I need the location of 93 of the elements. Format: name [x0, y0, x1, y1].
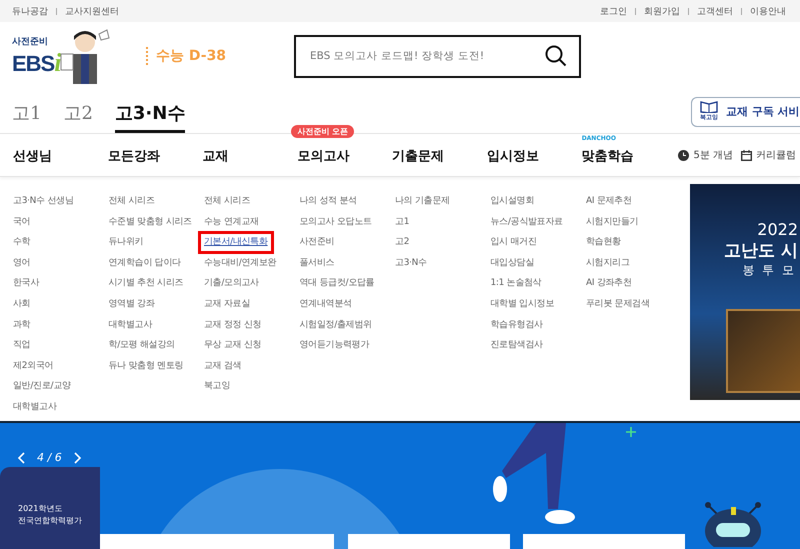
card-text: 전국연합학력평가	[18, 514, 83, 526]
promo-banner[interactable]: 2022 고난도 시 봉 투 모	[690, 184, 800, 400]
quick-link[interactable]: 5분 개념	[693, 148, 734, 162]
submenu-link[interactable]: 입시설명회	[484, 190, 540, 213]
submenu-link[interactable]: 학습현황	[580, 231, 627, 254]
card-text: 2021학년도	[18, 502, 64, 514]
top-link[interactable]: 교사지원센터	[65, 4, 119, 18]
submenu-link[interactable]: 직업	[7, 334, 36, 358]
calendar-icon	[741, 150, 752, 160]
submenu-link[interactable]: 대학별 입시정보	[484, 292, 560, 316]
submenu-link[interactable]: 풀서비스	[294, 252, 340, 275]
nav-menu-item[interactable]: 교재	[202, 149, 229, 164]
submenu-link[interactable]: 고2	[389, 231, 416, 254]
submenu-link[interactable]: 고3·N수 선생님	[7, 190, 80, 213]
submenu-link[interactable]: 교재 자료실	[198, 292, 256, 316]
top-link[interactable]: 이용안내	[750, 4, 786, 18]
submenu-link[interactable]: 시험지리그	[580, 252, 636, 275]
nav-menu-item[interactable]: 기출문제	[392, 149, 444, 164]
submenu-link[interactable]: 시험일정/출제범위	[294, 314, 378, 337]
clock-icon	[678, 150, 690, 160]
submenu-link[interactable]: AI 문제추천	[580, 190, 638, 213]
submenu-link[interactable]: 과학	[7, 314, 36, 337]
submenu-link[interactable]: AI 강좌추천	[580, 272, 638, 296]
submenu-link[interactable]: 뉴스/공식발표자료	[484, 210, 569, 234]
submenu-link[interactable]: 사전준비	[294, 231, 340, 254]
submenu-link[interactable]: 학습유형검사	[484, 314, 549, 337]
submenu-link[interactable]: 전체 시리즈	[102, 190, 161, 213]
submenu-link[interactable]: 고3·N수	[389, 252, 433, 275]
submenu-link[interactable]: 한국사	[7, 272, 46, 296]
submenu-link[interactable]: 시기별 추천 시리즈	[102, 272, 190, 296]
promo-subtitle: 봉 투 모	[742, 262, 796, 279]
grade-tab[interactable]: 고2	[63, 90, 93, 133]
promo-title: 고난도 시	[724, 240, 798, 262]
plus-icon	[626, 427, 636, 437]
promo-year: 2022	[757, 220, 798, 239]
submenu-link[interactable]: 무상 교재 신청	[198, 334, 268, 358]
robot-drawing	[702, 501, 764, 547]
submenu-link[interactable]: 국어	[7, 210, 36, 234]
grade-tab[interactable]: 고1	[12, 90, 42, 133]
exam-card[interactable]: 2021학년도 전국연합학력평가	[0, 467, 100, 549]
submenu-link[interactable]: 푸리봇 문제검색	[580, 292, 656, 316]
submenu-link[interactable]: 기본서/내신특화	[198, 231, 274, 254]
search-field[interactable]: EBS 모의고사 로드맵! 장학생 도전!	[294, 34, 581, 78]
open-badge: 사전준비 오픈	[291, 125, 354, 138]
slide-counter: 4 / 6	[37, 451, 62, 464]
submenu-link[interactable]: 고1	[389, 210, 416, 234]
submenu-link[interactable]: 사회	[7, 292, 36, 316]
submenu-link[interactable]: 대학별고사	[102, 314, 158, 337]
submenu-link[interactable]: 영어	[7, 252, 36, 275]
book-icon	[700, 101, 718, 113]
submenu-link[interactable]: 영역별 강좌	[102, 292, 161, 316]
top-link[interactable]: 고객센터	[697, 4, 733, 18]
submenu-link[interactable]: 나의 기출문제	[389, 190, 456, 213]
submenu-link[interactable]: 모의고사 오답노트	[294, 210, 378, 234]
submenu-link[interactable]: 수능 연계교재	[198, 210, 265, 234]
submenu-link[interactable]: 시험지만들기	[580, 210, 644, 234]
logo-tagline[interactable]: 사전준비	[12, 34, 62, 48]
submenu-link[interactable]: 대학별고사	[7, 396, 63, 419]
submenu-link[interactable]: 학/모평 해설강의	[102, 334, 181, 358]
submenu-link[interactable]: 영어듣기능력평가	[294, 334, 376, 358]
submenu-link[interactable]: 수능대비/연계보완	[198, 252, 282, 275]
submenu-link[interactable]: 수준별 맞춤형 시리즈	[102, 210, 198, 234]
nav-menu-item[interactable]: 모든강좌	[108, 149, 160, 164]
submenu-link[interactable]: 북고잉	[198, 375, 236, 398]
submenu-link[interactable]: 수학	[7, 231, 36, 254]
submenu-link[interactable]: 입시 매거진	[484, 231, 543, 254]
top-link[interactable]: 로그인	[600, 4, 627, 18]
submenu-link[interactable]: 역대 등급컷/오답률	[294, 272, 380, 296]
submenu-link[interactable]: 듀나 맞춤형 멘토링	[102, 354, 190, 378]
submenu-link[interactable]: 듀나위키	[102, 231, 150, 254]
top-link[interactable]: 듀나공감	[12, 4, 48, 18]
student-illustration	[59, 28, 112, 84]
submenu-link[interactable]: 진로탐색검사	[484, 334, 549, 358]
submenu-link[interactable]: 교재 정정 신청	[198, 314, 268, 337]
submenu-link[interactable]: 연계내역분석	[294, 292, 358, 316]
nav-menu-item[interactable]: 입시정보	[486, 149, 539, 164]
submenu-link[interactable]: 연계학습이 답이다	[102, 252, 187, 275]
search-icon[interactable]	[545, 44, 567, 66]
nav-menu-item[interactable]: 선생님	[13, 149, 52, 164]
submenu-link[interactable]: 일반/진로/교양	[7, 375, 77, 398]
grade-tab[interactable]: 고3·N수	[114, 90, 186, 133]
submenu-link[interactable]: 제2외국어	[7, 354, 60, 378]
quick-link[interactable]: 커리큘럼	[756, 148, 796, 162]
submenu-link[interactable]: 나의 성적 분석	[294, 190, 363, 213]
nav-menu-item[interactable]: 모의고사	[297, 149, 350, 164]
nav-menu-item[interactable]: 맞춤학습	[582, 149, 634, 164]
submenu-link[interactable]: 전체 시리즈	[198, 190, 256, 213]
submenu-link[interactable]: 대입상담실	[484, 252, 540, 275]
submenu-link[interactable]: 기출/모의고사	[198, 272, 265, 296]
submenu-link[interactable]: 교재 검색	[198, 354, 248, 378]
top-link[interactable]: 회원가입	[644, 4, 680, 18]
submenu-link[interactable]: 1:1 논술첨삭	[484, 272, 548, 296]
logo-brand[interactable]: EBS	[12, 50, 54, 76]
